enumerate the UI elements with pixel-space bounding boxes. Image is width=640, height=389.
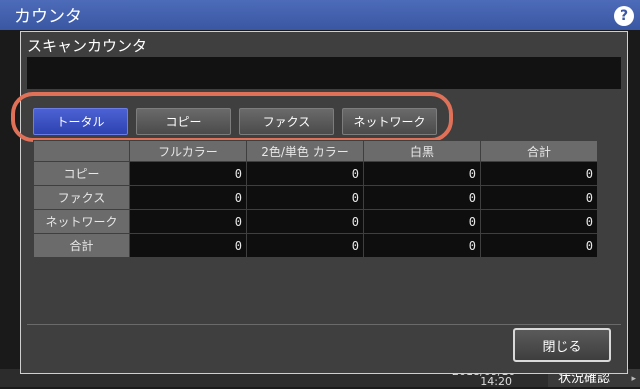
table-cell: 0 <box>480 185 598 210</box>
table-cell: 0 <box>363 161 481 186</box>
footer-divider <box>27 324 621 325</box>
table-row: 合計 0 0 0 0 <box>33 233 598 258</box>
column-header-twin-color: 2色/単色 カラー <box>246 140 364 162</box>
table-cell: 0 <box>363 209 481 234</box>
table-cell: 0 <box>246 209 364 234</box>
column-header-total: 合計 <box>480 140 598 162</box>
table-row: ネットワーク 0 0 0 0 <box>33 209 598 234</box>
counter-tabs: トータル コピー ファクス ネットワーク <box>33 108 437 135</box>
row-header-network: ネットワーク <box>33 209 130 234</box>
tab-fax[interactable]: ファクス <box>239 108 334 135</box>
dialog-title: スキャンカウンタ <box>27 37 148 55</box>
table-cell: 0 <box>129 209 247 234</box>
app-header: カウンタ ? <box>0 0 640 30</box>
tab-total[interactable]: トータル <box>33 108 128 135</box>
table-cell: 0 <box>246 185 364 210</box>
table-row: コピー 0 0 0 0 <box>33 161 598 186</box>
column-header-black: 白黒 <box>363 140 481 162</box>
tab-network[interactable]: ネットワーク <box>342 108 437 135</box>
table-cell: 0 <box>246 161 364 186</box>
row-header-fax: ファクス <box>33 185 130 210</box>
scan-counter-dialog: スキャンカウンタ トータル コピー ファクス ネットワーク フルカラー 2色/単… <box>11 31 628 374</box>
row-header-total: 合計 <box>33 233 130 258</box>
counter-table: フルカラー 2色/単色 カラー 白黒 合計 コピー 0 0 0 0 ファクス 0… <box>33 140 598 258</box>
close-button[interactable]: 閉じる <box>513 328 611 362</box>
table-cell: 0 <box>480 233 598 258</box>
table-cell: 0 <box>363 185 481 210</box>
table-cell: 0 <box>129 161 247 186</box>
table-row: ファクス 0 0 0 0 <box>33 185 598 210</box>
table-cell: 0 <box>246 233 364 258</box>
time-text: 14:20 <box>480 375 512 388</box>
table-header-row: フルカラー 2色/単色 カラー 白黒 合計 <box>33 140 598 162</box>
help-icon[interactable]: ? <box>614 6 634 26</box>
table-corner <box>33 140 130 162</box>
row-header-copy: コピー <box>33 161 130 186</box>
table-cell: 0 <box>129 185 247 210</box>
table-cell: 0 <box>480 161 598 186</box>
table-cell: 0 <box>129 233 247 258</box>
dialog-title-band <box>27 57 621 89</box>
app-title: カウンタ <box>14 7 82 27</box>
table-cell: 0 <box>363 233 481 258</box>
table-cell: 0 <box>480 209 598 234</box>
tab-copy[interactable]: コピー <box>136 108 231 135</box>
column-header-full-color: フルカラー <box>129 140 247 162</box>
